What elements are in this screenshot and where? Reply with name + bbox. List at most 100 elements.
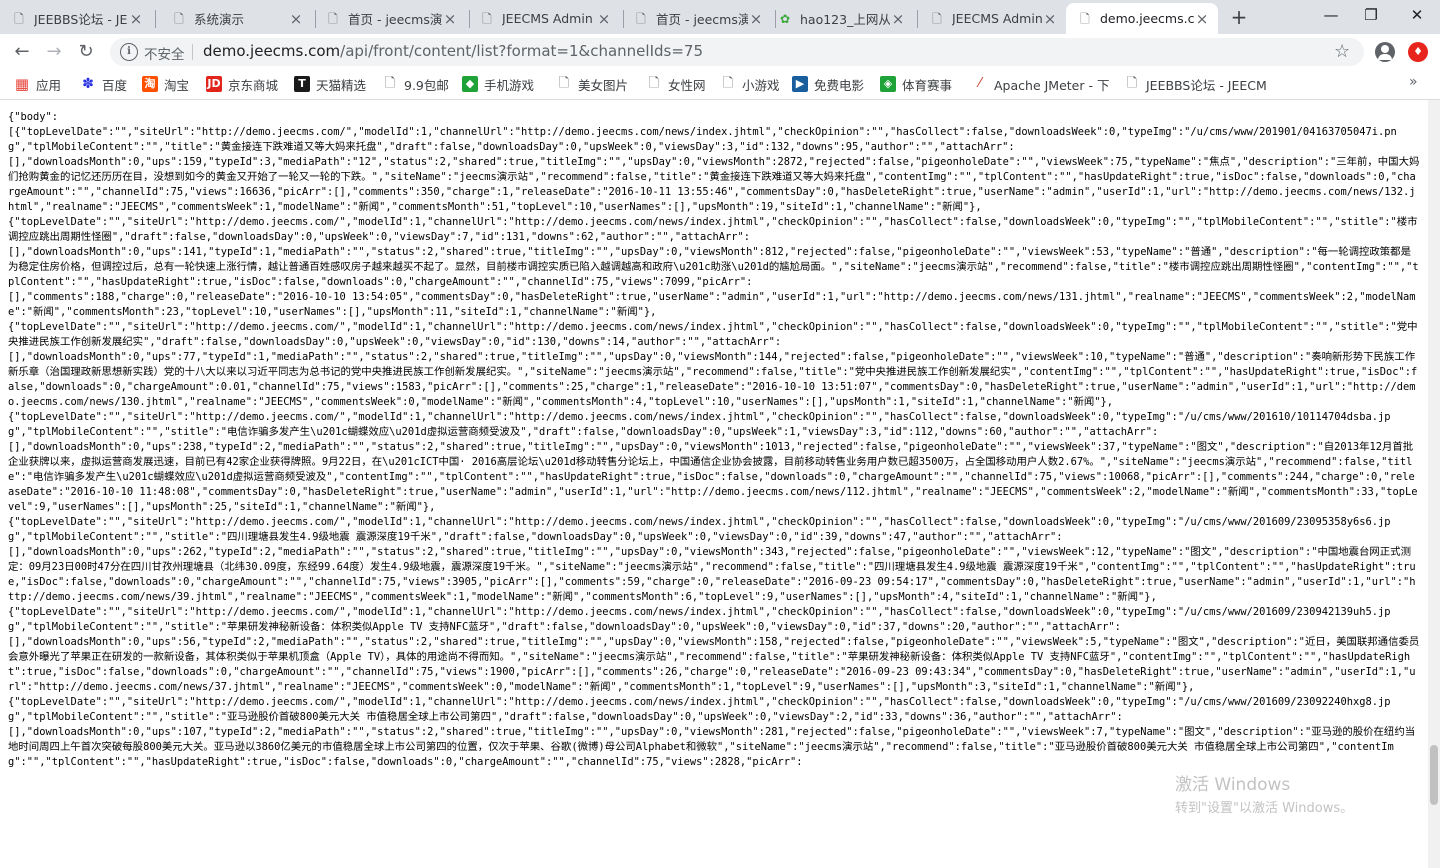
document-icon: 🗋 — [1126, 76, 1138, 91]
tab-title: 首页 - jeecms演 — [348, 12, 442, 27]
extension-icon[interactable]: ♦ — [1408, 42, 1428, 62]
url-text[interactable]: demo.jeecms.com/api/front/content/list?f… — [203, 42, 703, 60]
url-host: demo.jeecms.com — [203, 42, 341, 60]
taobao-icon: 淘 — [142, 76, 158, 92]
apps-icon: ▦ — [14, 75, 30, 93]
document-icon: 🗋 — [932, 11, 942, 26]
bookmark-item[interactable]: 🗋 美女图片 — [556, 74, 628, 94]
jd-icon: JD — [206, 76, 222, 92]
bookmark-item[interactable]: ✽ 百度 — [80, 74, 127, 94]
close-tab-icon[interactable]: × — [1042, 10, 1058, 28]
bookmark-label: 手机游戏 — [484, 77, 535, 93]
close-tab-icon[interactable]: × — [890, 10, 906, 28]
document-icon: 🗋 — [1080, 11, 1090, 26]
close-tab-icon[interactable]: × — [748, 10, 764, 28]
bookmark-item[interactable]: ⁄ Apache JMeter - 下 — [972, 74, 1110, 94]
bookmark-label: 免费电影 — [814, 77, 865, 93]
tab-2[interactable]: 🗋 系统演示 × — [160, 3, 312, 34]
close-tab-icon[interactable]: × — [442, 10, 458, 28]
bookmark-label: 百度 — [102, 77, 128, 93]
address-bar[interactable]: i 不安全 demo.jeecms.com/api/front/content/… — [110, 38, 1364, 66]
bookmarks-bar: ▦ 应用 ✽ 百度淘淘宝 JD 京东商城 T 天猫精选 🗋 9.9包邮 ◆ 手机游戏 🗋 美女图片 🗋 女性网… — [0, 70, 1440, 100]
back-button[interactable]: ← — [10, 40, 34, 64]
document-icon: 🗋 — [174, 11, 184, 26]
tab-1[interactable]: 🗋 JEEBBS论坛 - JE × — [0, 3, 152, 34]
vertical-scrollbar[interactable] — [1428, 100, 1440, 868]
document-icon: 🗋 — [384, 76, 396, 91]
bookmark-item[interactable]: 🗋 女性网 — [646, 74, 706, 94]
forward-button[interactable]: → — [42, 40, 66, 64]
bookmark-label: 京东商城 — [228, 77, 279, 93]
tab-title: JEECMS Admin — [502, 11, 593, 26]
document-icon: 🗋 — [14, 11, 24, 26]
scroll-thumb[interactable] — [1430, 745, 1438, 805]
bookmark-item[interactable]: ◈ 体育赛事 — [880, 74, 952, 94]
tab-strip: 🗋 JEEBBS论坛 - JE × 🗋 系统演示 × 🗋 首页 - jeecms演 × 🗋 JEEC… — [0, 0, 1440, 34]
movie-icon: ▶ — [792, 76, 808, 92]
windows-activation-watermark: 激活 Windows — [1175, 775, 1291, 795]
tab-4[interactable]: 🗋 JEECMS Admin × — [468, 3, 620, 34]
bookmark-label: 9.9包邮 — [404, 77, 449, 93]
profile-icon[interactable] — [1375, 42, 1395, 62]
new-tab-button[interactable]: + — [1226, 6, 1252, 28]
tab-title: JEECMS Admin — [952, 11, 1042, 26]
close-tab-icon[interactable]: × — [128, 10, 144, 28]
document-icon: 🗋 — [328, 11, 338, 26]
tab-8[interactable]: 🗋 demo.jeecms.c × — [1066, 3, 1218, 34]
tab-title: 系统演示 — [194, 12, 245, 27]
bookmark-item[interactable]: 🗋 9.9包邮 — [382, 74, 449, 94]
document-icon: 🗋 — [722, 76, 734, 91]
bookmark-item[interactable]: ◆ 手机游戏 — [462, 74, 534, 94]
document-icon: 🗋 — [648, 76, 660, 91]
bookmark-item[interactable]: JD 京东商城 — [206, 74, 278, 94]
document-icon: 🗋 — [636, 11, 646, 26]
info-icon[interactable]: i — [120, 43, 138, 61]
tab-separator — [155, 10, 156, 28]
bookmark-item[interactable]: T 天猫精选 — [294, 74, 366, 94]
page-content: {"body": [{"topLevelDate":"","siteUrl":"… — [0, 100, 1440, 868]
document-icon: 🗋 — [558, 76, 570, 91]
bookmark-star-icon[interactable]: ☆ — [1334, 41, 1350, 62]
game-icon: ◆ — [462, 76, 478, 92]
bookmark-label: 小游戏 — [742, 77, 780, 93]
tab-title: 首页 - jeecms演 — [656, 12, 748, 27]
bookmark-label: 美女图片 — [578, 77, 629, 93]
bookmark-item[interactable]: ▦ 应用 — [14, 74, 61, 94]
bookmark-label: 体育赛事 — [902, 77, 953, 93]
bookmark-label: 天猫精选 — [316, 77, 367, 93]
tab-5[interactable]: 🗋 首页 - jeecms演 × — [622, 3, 772, 34]
bookmark-label: JEEBBS论坛 - JEECM — [1146, 77, 1267, 93]
bookmarks-overflow-button[interactable]: » — [1409, 74, 1418, 90]
tab-3[interactable]: 🗋 首页 - jeecms演 × — [314, 3, 466, 34]
bookmark-item[interactable]: ▶ 免费电影 — [792, 74, 864, 94]
browser-toolbar: ← → ↻ i 不安全 demo.jeecms.com/api/front/co… — [0, 34, 1440, 70]
bookmark-label: 应用 — [36, 77, 62, 93]
document-icon: 🗋 — [482, 11, 492, 26]
bookmark-item[interactable]: 淘淘宝 — [142, 74, 189, 94]
bookmark-label: 女性网 — [668, 77, 706, 93]
tmall-icon: T — [294, 76, 310, 92]
bookmark-label: Apache JMeter - 下 — [994, 77, 1110, 93]
url-divider — [192, 44, 193, 60]
json-response-body: {"body": [{"topLevelDate":"","siteUrl":"… — [8, 111, 1420, 768]
jmeter-icon: ⁄ — [978, 76, 982, 91]
bookmark-item[interactable]: 🗋 小游戏 — [720, 74, 780, 94]
reload-button[interactable]: ↻ — [74, 40, 98, 64]
bookmark-item[interactable]: 🗋 JEEBBS论坛 - JEECM — [1124, 74, 1267, 94]
tab-7[interactable]: 🗋 JEECMS Admin × — [918, 3, 1066, 34]
windows-activation-subtitle: 转到"设置"以激活 Windows。 — [1175, 801, 1354, 816]
close-window-button[interactable]: ✕ — [1406, 5, 1428, 25]
security-label[interactable]: 不安全 — [144, 43, 185, 63]
restore-button[interactable]: ❐ — [1360, 5, 1382, 25]
close-tab-icon[interactable]: × — [288, 10, 304, 28]
tab-title: JEEBBS论坛 - JE — [34, 12, 128, 27]
url-path: /api/front/content/list?format=1&channel… — [340, 42, 703, 60]
tab-title: demo.jeecms.c — [1100, 11, 1194, 26]
close-tab-icon[interactable]: × — [596, 10, 612, 28]
tab-6[interactable]: ✿ hao123_上网从 × — [766, 3, 914, 34]
baidu-icon: ✽ — [82, 76, 94, 92]
minimize-button[interactable]: — — [1320, 5, 1342, 25]
hao123-icon: ✿ — [779, 11, 791, 26]
bookmark-label: 淘宝 — [164, 77, 190, 93]
close-tab-icon[interactable]: × — [1194, 10, 1210, 28]
